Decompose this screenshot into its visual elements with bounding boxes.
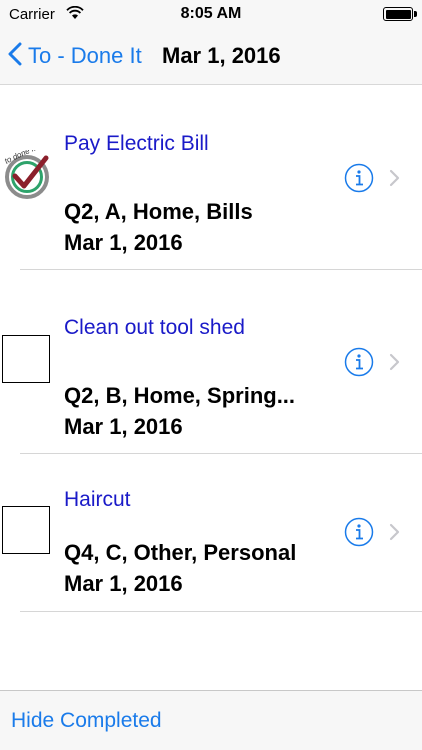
task-date: Mar 1, 2016 [64,414,183,439]
chevron-right-icon [389,169,401,187]
task-title: Pay Electric Bill [64,132,209,155]
chevron-right-icon [389,353,401,371]
back-button-label: To - Done It [28,43,142,68]
clock: 8:05 AM [180,5,242,22]
completed-logo-icon[interactable]: to done it! [2,142,52,200]
task-title: Clean out tool shed [64,316,245,339]
battery-tip [414,11,417,17]
completion-checkbox[interactable] [2,506,50,554]
task-title: Haircut [64,488,131,511]
info-icon[interactable] [344,517,374,547]
bottom-toolbar: Hide Completed [0,690,422,750]
row-divider [20,611,422,612]
battery-icon [383,7,413,21]
status-bar: Carrier 8:05 AM [0,0,422,28]
task-list: to done it! Pay Electric Bill Q2, A, Hom… [0,86,422,612]
task-row[interactable]: to done it! Pay Electric Bill Q2, A, Hom… [0,86,422,270]
navigation-bar: To - Done It Mar 1, 2016 [0,28,422,85]
task-meta: Q2, A, Home, Bills [64,199,253,224]
info-icon[interactable] [344,347,374,377]
chevron-right-icon [389,523,401,541]
info-icon[interactable] [344,163,374,193]
page-title: Mar 1, 2016 [162,43,281,68]
hide-completed-button[interactable]: Hide Completed [11,709,162,733]
chevron-left-icon [8,42,22,71]
battery-fill [385,9,411,19]
task-date: Mar 1, 2016 [64,571,183,596]
back-button[interactable]: To - Done It [8,40,142,72]
completion-checkbox[interactable] [2,335,50,383]
task-row[interactable]: Clean out tool shed Q2, B, Home, Spring.… [0,270,422,454]
task-row[interactable]: Haircut Q4, C, Other, Personal Mar 1, 20… [0,454,422,612]
task-meta: Q2, B, Home, Spring... [64,383,296,408]
task-date: Mar 1, 2016 [64,230,183,255]
task-meta: Q4, C, Other, Personal [64,540,297,565]
